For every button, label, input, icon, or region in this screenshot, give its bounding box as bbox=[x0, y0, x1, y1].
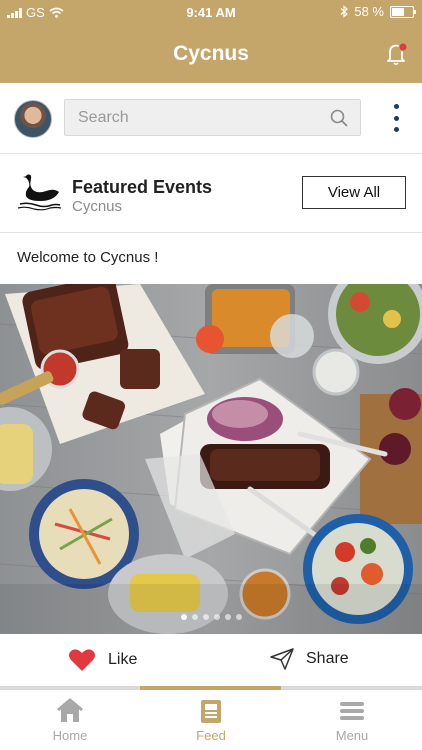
view-all-button[interactable]: View All bbox=[302, 176, 406, 209]
carousel-pagination[interactable] bbox=[0, 614, 422, 620]
share-icon bbox=[270, 648, 294, 670]
heart-icon bbox=[69, 649, 95, 671]
carousel-dot[interactable] bbox=[235, 614, 242, 620]
tab-feed[interactable]: Feed bbox=[141, 690, 281, 750]
featured-events-card: Featured Events Cycnus View All bbox=[0, 154, 422, 233]
carousel-dot[interactable] bbox=[180, 614, 187, 620]
status-bar: GS 9:41 AM 58 % bbox=[0, 0, 422, 26]
app-header: Cycnus bbox=[0, 26, 422, 83]
search-icon[interactable] bbox=[330, 109, 348, 127]
share-label: Share bbox=[306, 650, 349, 667]
search-input[interactable] bbox=[76, 108, 320, 128]
menu-icon bbox=[340, 702, 364, 720]
carousel-dot[interactable] bbox=[213, 614, 220, 620]
feed-icon bbox=[201, 700, 221, 723]
tab-home[interactable]: Home bbox=[0, 690, 140, 750]
battery-percent: 58 % bbox=[354, 4, 384, 19]
post-text: Welcome to Cycnus ! bbox=[17, 249, 159, 266]
post-actions: Like Share bbox=[0, 634, 422, 686]
search-box[interactable] bbox=[64, 99, 361, 136]
swan-logo bbox=[17, 174, 62, 211]
battery-icon bbox=[390, 5, 416, 18]
carousel-dot[interactable] bbox=[224, 614, 231, 620]
tab-home-label: Home bbox=[52, 728, 88, 743]
featured-title: Featured Events bbox=[72, 177, 213, 197]
tab-menu[interactable]: Menu bbox=[282, 690, 422, 750]
carousel-dot[interactable] bbox=[202, 614, 209, 620]
like-label: Like bbox=[108, 651, 138, 668]
share-button[interactable]: Share bbox=[270, 648, 349, 670]
post-image-carousel[interactable] bbox=[0, 284, 422, 634]
home-icon bbox=[57, 698, 83, 722]
search-row bbox=[0, 83, 422, 154]
tab-menu-label: Menu bbox=[335, 728, 369, 743]
featured-subtitle: Cycnus bbox=[72, 198, 123, 215]
more-options-icon[interactable] bbox=[392, 104, 400, 132]
food-spread-image bbox=[0, 284, 422, 634]
tab-feed-label: Feed bbox=[196, 728, 226, 743]
avatar[interactable] bbox=[14, 100, 52, 138]
like-button[interactable]: Like bbox=[68, 648, 137, 672]
notification-bell-icon[interactable] bbox=[386, 42, 408, 66]
app-title: Cycnus bbox=[173, 42, 249, 65]
notification-dot bbox=[398, 42, 408, 52]
bluetooth-icon bbox=[340, 5, 349, 18]
carousel-dot[interactable] bbox=[191, 614, 198, 620]
bottom-tab-bar: Home Feed Menu bbox=[0, 686, 422, 750]
